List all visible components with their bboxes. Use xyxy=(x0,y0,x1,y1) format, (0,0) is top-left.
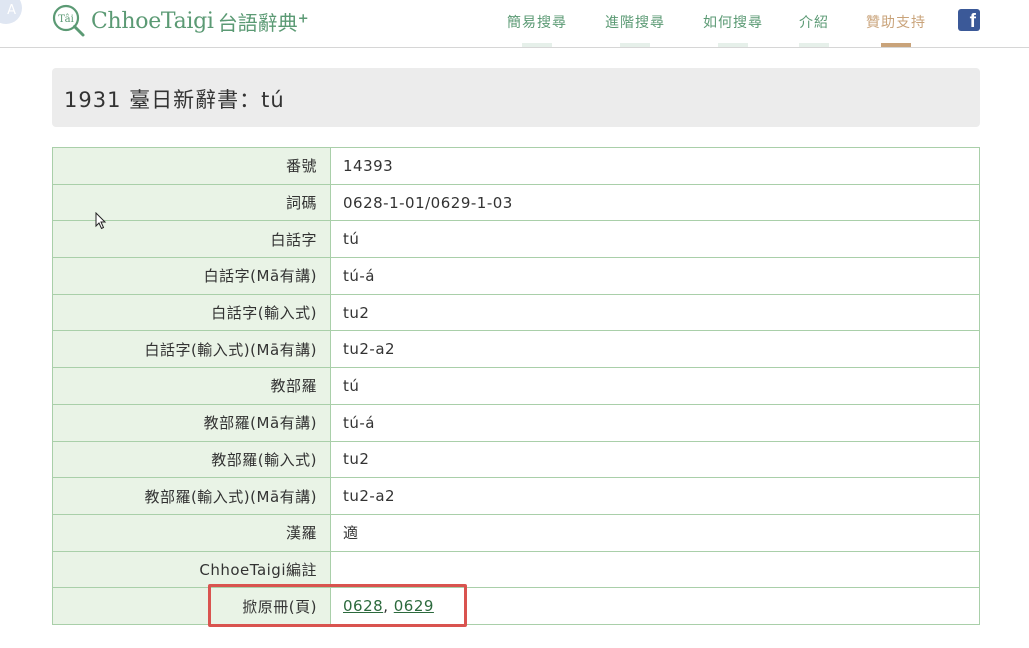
nav-label: 進階搜尋 xyxy=(605,15,665,31)
table-row: 白話字(Mā有講) tú-á xyxy=(52,257,980,295)
table-row: 教部羅(輸入式)(Mā有講) tu2-a2 xyxy=(52,477,980,515)
table-row: 教部羅(Mā有講) tú-á xyxy=(52,403,980,442)
row-key: 番號 xyxy=(52,147,331,185)
row-key: 教部羅(Mā有講) xyxy=(52,403,331,442)
brand-cjk-name: 台語辭典+ xyxy=(218,7,309,36)
row-key: 教部羅(輸入式)(Mā有講) xyxy=(52,477,331,515)
row-key: 教部羅(輸入式) xyxy=(52,440,331,479)
entry-table: 番號 14393 詞碼 0628-1-01/0629-1-03 白話字 tú 白話字(… xyxy=(52,147,980,625)
row-value: tu2 xyxy=(330,293,980,332)
nav-advanced-search[interactable]: 進階搜尋 xyxy=(598,0,672,47)
table-row: 番號 14393 xyxy=(52,147,980,185)
row-key: 白話字(輸入式) xyxy=(52,293,331,332)
table-row-original-pages: 掀原冊(頁) 0628, 0629 xyxy=(52,587,980,625)
page-link-0628[interactable]: 0628 xyxy=(343,597,383,615)
nav-underline xyxy=(522,43,552,47)
page-title: 1931 臺日新辭書：tú xyxy=(64,88,285,112)
nav-label: 簡易搜尋 xyxy=(507,15,567,31)
nav-label: 如何搜尋 xyxy=(703,15,763,31)
facebook-icon[interactable]: f xyxy=(958,9,980,31)
top-navbar: A Tâi ChhoeTaigi 台語辭典+ 簡易搜尋 進階搜尋 如何搜尋 介紹… xyxy=(0,0,1029,48)
row-value: tu2 xyxy=(330,440,980,479)
row-value xyxy=(330,550,980,589)
row-value: tu2-a2 xyxy=(330,477,980,515)
row-value: 14393 xyxy=(330,147,980,185)
table-row: 白話字(輸入式) tu2 xyxy=(52,293,980,332)
table-row: ChhoeTaigi編註 xyxy=(52,550,980,589)
row-key: 漢羅 xyxy=(52,513,331,552)
nav-underline xyxy=(799,43,829,47)
mouse-cursor-icon xyxy=(95,212,107,230)
row-value: tú-á xyxy=(330,403,980,442)
brand-cjk-text: 台語辭典 xyxy=(217,10,298,35)
page-link-0629[interactable]: 0629 xyxy=(394,597,434,615)
nav-label: 介紹 xyxy=(799,15,829,31)
link-separator: , xyxy=(383,597,394,616)
brand-plus: + xyxy=(297,10,309,26)
brand-name: ChhoeTaigi xyxy=(91,8,214,34)
nav-about[interactable]: 介紹 xyxy=(794,0,834,47)
translate-badge-icon[interactable]: A xyxy=(0,0,22,24)
row-key: ChhoeTaigi編註 xyxy=(52,550,331,589)
row-key: 掀原冊(頁) xyxy=(52,587,331,625)
nav-how-to-search[interactable]: 如何搜尋 xyxy=(696,0,770,47)
magnifier-logo-icon: Tâi xyxy=(52,4,86,38)
nav-underline xyxy=(718,43,748,47)
logo-text: Tâi xyxy=(58,14,74,25)
nav-sponsor[interactable]: 贊助支持 xyxy=(859,0,933,47)
row-value: tú xyxy=(330,367,980,405)
table-row: 教部羅(輸入式) tu2 xyxy=(52,440,980,479)
table-row: 詞碼 0628-1-01/0629-1-03 xyxy=(52,183,980,222)
brand-logo-link[interactable]: Tâi ChhoeTaigi 台語辭典+ xyxy=(52,4,309,38)
row-key: 教部羅 xyxy=(52,367,331,405)
row-value-page-links: 0628, 0629 xyxy=(330,587,980,625)
title-panel: 1931 臺日新辭書：tú xyxy=(52,68,980,127)
row-key: 白話字(Mā有講) xyxy=(52,257,331,295)
nav-label: 贊助支持 xyxy=(866,15,926,31)
table-row: 白話字 tú xyxy=(52,220,980,259)
row-value: tu2-a2 xyxy=(330,330,980,369)
table-row: 教部羅 tú xyxy=(52,367,980,405)
row-value: 適 xyxy=(330,513,980,552)
row-value: tú xyxy=(330,220,980,259)
table-row: 白話字(輸入式)(Mā有講) tu2-a2 xyxy=(52,330,980,369)
row-key: 白話字(輸入式)(Mā有講) xyxy=(52,330,331,369)
table-row: 漢羅適 xyxy=(52,513,980,552)
nav-underline xyxy=(620,43,650,47)
nav-simple-search[interactable]: 簡易搜尋 xyxy=(500,0,574,47)
row-value: tú-á xyxy=(330,257,980,295)
row-value: 0628-1-01/0629-1-03 xyxy=(330,183,980,222)
nav-underline-active xyxy=(881,43,911,47)
